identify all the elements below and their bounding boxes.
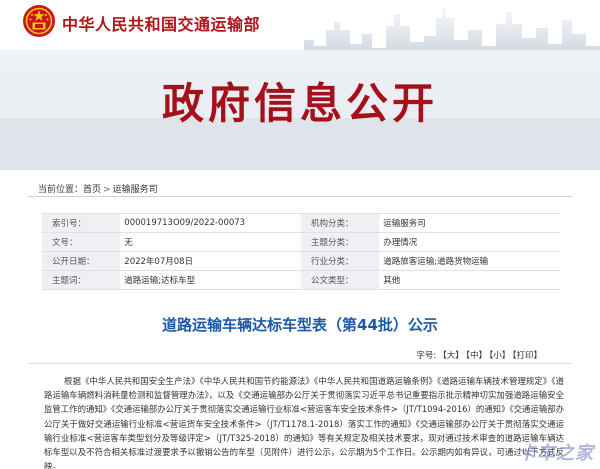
keywords-value: 道路运输;达标车型 (120, 270, 301, 290)
document-type-value: 其他 (379, 270, 560, 290)
breadcrumb-divider (28, 196, 572, 197)
table-row: 主题词： 道路运输;达标车型 公文类型： 其他 (42, 270, 560, 290)
national-emblem-icon (23, 5, 55, 37)
font-size-toolbar: 字号: 【大】 【中】 【小】 【打印】 (416, 349, 542, 361)
article-body: 根据《中华人民共和国安全生产法》《中华人民共和国节约能源法》《中华人民共和国道路… (44, 374, 564, 469)
document-number-label: 文号： (42, 232, 121, 252)
font-size-large-button[interactable]: 【大】 (438, 351, 464, 361)
table-row: 索引号： 000019713O09/2022-00073 机构分类： 运输服务司 (42, 213, 560, 233)
industry-category-value: 道路旅客运输;道路货物运输 (379, 251, 560, 271)
table-row: 文号： 无 主题分类： 办理情况 (42, 232, 560, 252)
document-type-label: 公文类型： (300, 270, 380, 290)
font-size-small-button[interactable]: 【小】 (489, 351, 510, 361)
breadcrumb-department-link[interactable]: 运输服务司 (113, 185, 158, 195)
industry-category-label: 行业分类： (300, 251, 380, 271)
publish-date-value: 2022年07月08日 (120, 251, 301, 271)
publish-date-label: 公开日期： (42, 251, 121, 271)
banner: 政府信息公开 (0, 50, 600, 170)
page: 中华人民共和国交通运输部 政府信息公开 当前位置：首页 > 运输服务司 索引号： 0… (0, 0, 600, 469)
organization-category-label: 机构分类： (300, 213, 380, 233)
table-row: 公开日期： 2022年07月08日 行业分类： 道路旅客运输;道路货物运输 (42, 251, 560, 271)
breadcrumb-prefix: 当前位置： (38, 185, 84, 195)
topic-category-value: 办理情况 (379, 232, 560, 252)
font-size-label: 字号: (416, 351, 437, 361)
font-size-medium-button[interactable]: 【中】 (466, 351, 487, 361)
watermark-logo: 卡车之家 (518, 443, 594, 464)
index-number-value: 000019713O09/2022-00073 (120, 213, 301, 233)
site-title[interactable]: 中华人民共和国交通运输部 (62, 11, 260, 35)
breadcrumb-separator: > (103, 185, 111, 195)
document-number-value: 无 (120, 232, 301, 252)
breadcrumb-home-link[interactable]: 首页 (83, 185, 101, 195)
body-paragraph: 根据《中华人民共和国安全生产法》《中华人民共和国节约能源法》《中华人民共和国道路… (44, 376, 564, 469)
index-number-label: 索引号： (42, 213, 121, 233)
print-button[interactable]: 【打印】 (512, 351, 542, 361)
document-info-table: 索引号： 000019713O09/2022-00073 机构分类： 运输服务司… (42, 213, 560, 290)
topic-category-label: 主题分类： (300, 232, 380, 252)
site-header: 中华人民共和国交通运输部 (0, 0, 600, 70)
banner-title: 政府信息公开 (161, 79, 438, 128)
content-divider (28, 363, 572, 364)
article-title: 道路运输车辆达标车型表（第44批）公示 (162, 316, 438, 334)
organization-category-value: 运输服务司 (379, 213, 560, 233)
breadcrumb: 当前位置：首页 > 运输服务司 (38, 182, 158, 195)
keywords-label: 主题词： (42, 270, 121, 290)
